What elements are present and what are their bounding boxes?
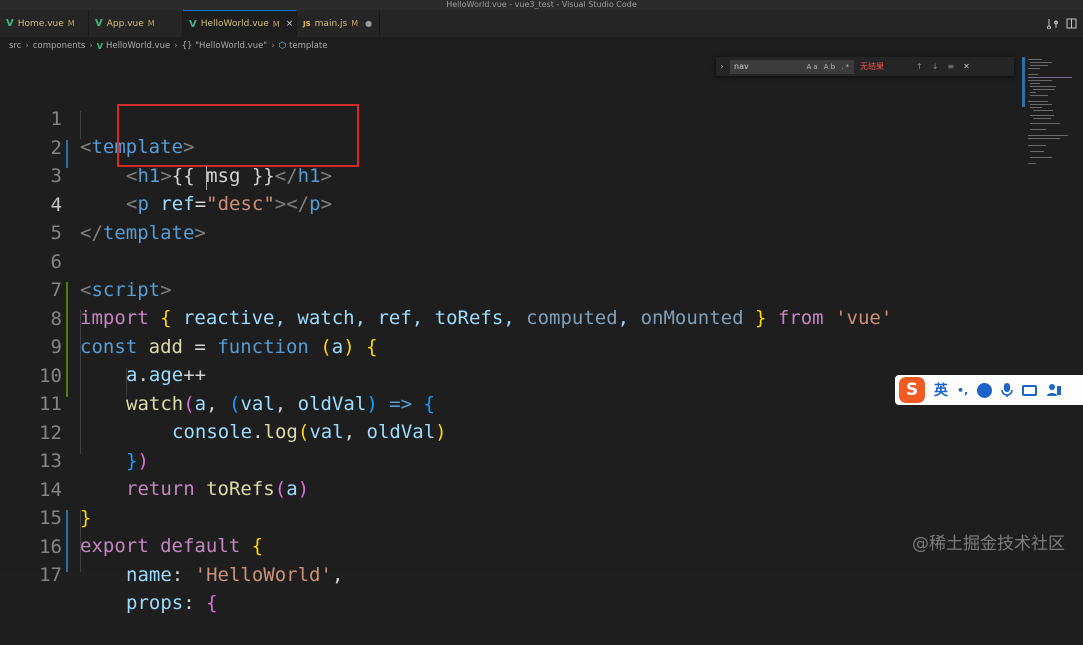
breadcrumb-item-file[interactable]: HelloWorld.vue xyxy=(106,41,170,51)
breadcrumb-item-components[interactable]: components xyxy=(33,41,86,51)
find-input[interactable]: nav Aa Ab .* xyxy=(730,59,854,74)
find-result-status: 无结果 xyxy=(860,62,884,71)
code-line: 9 a.age++ xyxy=(0,305,1020,386)
watermark-text: @稀土掘金技术社区 xyxy=(912,534,1065,554)
line-number: 17 xyxy=(39,564,62,586)
editor-tab-bar: V Home.vue M V App.vue M V HelloWorld.vu… xyxy=(0,10,1083,37)
code-line: 6 <script> xyxy=(0,220,1020,301)
vue-file-icon: V xyxy=(95,18,103,29)
window-title: HelloWorld.vue - vue3_test - Visual Stud… xyxy=(0,0,1083,10)
find-in-selection-icon[interactable]: ≡ xyxy=(947,62,954,71)
modified-badge: M xyxy=(272,19,280,29)
vue-file-icon: V xyxy=(6,18,14,29)
tab-label: Home.vue xyxy=(17,18,64,29)
minimap-marker xyxy=(1022,57,1025,107)
tab-label: main.js xyxy=(314,18,348,29)
ime-language-toggle[interactable]: 英 xyxy=(934,380,948,400)
code-line: 13 return toRefs(a) xyxy=(0,419,1020,500)
compare-changes-icon[interactable] xyxy=(1047,18,1058,29)
code-line: 15 export default { xyxy=(0,476,1020,557)
close-tab-icon[interactable]: × xyxy=(286,19,294,29)
annotation-highlight-box xyxy=(117,104,359,167)
code-line: 16 name: 'HelloWorld', xyxy=(0,505,1020,586)
modified-badge: M xyxy=(147,19,155,28)
find-query: nav xyxy=(734,61,749,71)
user-profile-icon[interactable] xyxy=(1046,382,1062,398)
find-widget: › nav Aa Ab .* 无结果 ↑ ↓ ≡ ✕ xyxy=(716,57,1014,76)
tab-home-vue[interactable]: V Home.vue M xyxy=(0,10,89,37)
chevron-right-icon: › xyxy=(89,41,93,51)
next-match-icon[interactable]: ↓ xyxy=(932,62,939,71)
tab-helloworld-vue[interactable]: V HelloWorld.vue M × xyxy=(183,10,297,37)
unsaved-dot-icon[interactable]: ● xyxy=(365,19,372,28)
js-file-icon: JS xyxy=(303,19,311,28)
ime-toolbar: S 英 •, xyxy=(895,375,1083,405)
code-line: 1 <template> xyxy=(0,77,1020,158)
editor-actions xyxy=(1047,10,1077,37)
tab-label: HelloWorld.vue xyxy=(200,19,269,29)
chevron-right-icon: › xyxy=(25,41,29,51)
minimap[interactable] xyxy=(1020,55,1083,572)
tab-app-vue[interactable]: V App.vue M xyxy=(89,10,183,37)
previous-match-icon[interactable]: ↑ xyxy=(916,62,923,71)
code-line: 5 xyxy=(0,191,1020,244)
breadcrumb-item-module[interactable]: {} "HelloWorld.vue" xyxy=(182,41,268,51)
close-icon[interactable]: ✕ xyxy=(963,62,970,71)
tab-label: App.vue xyxy=(106,18,144,29)
vue-file-icon: V xyxy=(189,18,197,30)
breadcrumb-item-template[interactable]: template xyxy=(289,41,327,51)
modified-badge: M xyxy=(351,19,359,28)
code-line: 7 import { reactive, watch, ref, toRefs,… xyxy=(0,248,1020,329)
chevron-right-icon: › xyxy=(174,41,178,51)
code-line: 8 const add = function (a) { xyxy=(0,277,1020,358)
toggle-replace-icon[interactable]: › xyxy=(716,62,728,71)
split-editor-icon[interactable] xyxy=(1066,18,1077,29)
code-line: 10 watch(a, (val, oldVal) => { xyxy=(0,334,1020,415)
modified-badge: M xyxy=(67,19,75,28)
ime-punctuation-toggle[interactable]: •, xyxy=(957,384,968,397)
code-line: 4 </template> xyxy=(0,163,1020,244)
tab-main-js[interactable]: JS main.js M ● xyxy=(297,10,380,37)
microphone-icon[interactable] xyxy=(1001,382,1014,398)
emoji-icon[interactable] xyxy=(977,382,993,398)
code-line: 12 }) xyxy=(0,391,1020,472)
find-options[interactable]: Aa Ab .* xyxy=(807,60,852,74)
code-line: 17 props: { xyxy=(0,533,1020,614)
code-line: 11 console.log(val, oldVal) xyxy=(0,362,1020,443)
text-cursor xyxy=(206,166,207,190)
chevron-right-icon: › xyxy=(271,41,275,51)
sogou-logo-icon[interactable]: S xyxy=(899,377,925,403)
breadcrumb: src › components › V HelloWorld.vue › {}… xyxy=(0,37,1083,55)
element-symbol-icon: ⬡ xyxy=(278,41,287,51)
code-line: 14 } xyxy=(0,448,1020,529)
keyboard-icon[interactable] xyxy=(1022,384,1038,396)
vue-file-icon: V xyxy=(96,41,103,51)
breadcrumb-item-src[interactable]: src xyxy=(9,41,21,51)
